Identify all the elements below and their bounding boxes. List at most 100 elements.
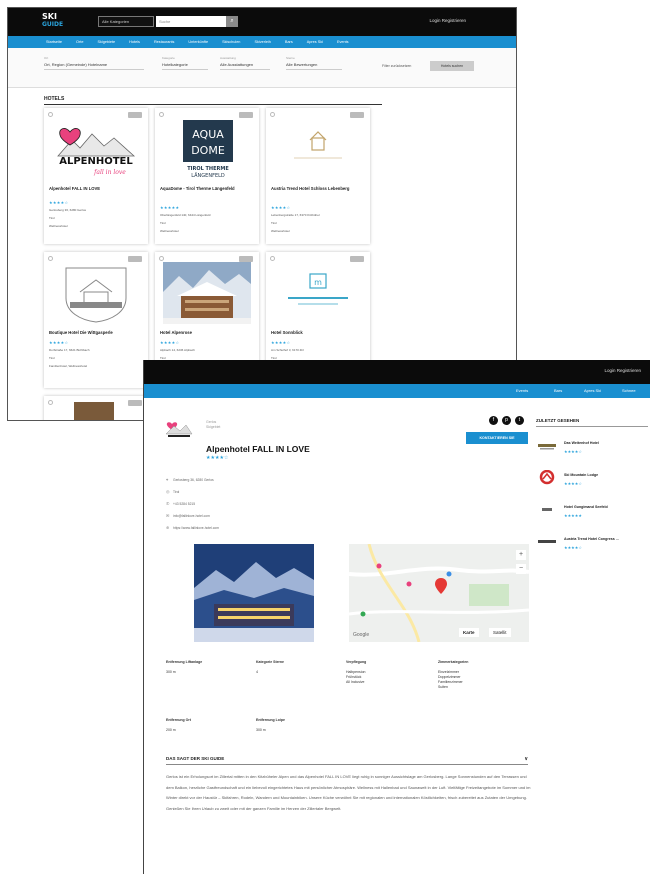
ski-guide-logo[interactable]: SKI GUIDE: [42, 13, 63, 29]
favorite-icon[interactable]: [48, 400, 53, 405]
recent-hotel-name: Ski Mountain Lodge: [564, 473, 599, 477]
favorite-icon[interactable]: [159, 256, 164, 261]
pinterest-icon[interactable]: p: [502, 416, 511, 425]
hotel-photo: [74, 402, 114, 420]
nav-item[interactable]: Restaurants: [154, 40, 174, 44]
svg-text:fall in love: fall in love: [93, 169, 126, 176]
top-bar: SKI GUIDE Alle Kategorien Suche ⌕ Login …: [8, 8, 516, 36]
svg-text:TIROL THERME: TIROL THERME: [187, 166, 229, 172]
hotel-name[interactable]: Boutique Hotel Die Wittgasperle: [49, 330, 144, 335]
section-title: DAS SAGT DER SKI GUIDE: [166, 756, 225, 761]
map-tab-satellit[interactable]: Satellit: [489, 628, 511, 637]
hotel-card[interactable]: AQUA DOME TIROL THERME LÄNGENFELD AquaDo…: [155, 108, 259, 244]
hotel-stars: ★★★★☆: [49, 340, 69, 345]
filter-label: Kategorie: [162, 56, 175, 60]
hotel-name[interactable]: Hotel Alpenrose: [160, 330, 255, 335]
favorite-icon[interactable]: [270, 256, 275, 261]
contact-button[interactable]: KONTAKTIEREN SIE: [466, 432, 528, 444]
detail-heading: Entfernung Loipe: [256, 718, 285, 722]
svg-text:DOME: DOME: [191, 144, 225, 157]
hotel-thumb: [536, 438, 558, 454]
recent-hotel-item[interactable]: Austria Trend Hotel Congress ... ★★★★☆: [536, 534, 648, 560]
detail-heading: Entfernung Liftanlage: [166, 660, 203, 664]
favorite-icon[interactable]: [159, 112, 164, 117]
filter-value: Alle Bewertungen: [286, 62, 342, 70]
nav-item[interactable]: Unterkünfte: [188, 40, 208, 44]
info-region: ◎ Tirol: [166, 489, 179, 494]
hotel-stars: ★★★★☆: [271, 340, 291, 345]
info-text: +43 5284 5215: [173, 502, 196, 506]
location-map[interactable]: + − Karte Satellit Google: [349, 544, 529, 642]
nav-item[interactable]: Orte: [76, 40, 83, 44]
filter-location[interactable]: Ort Ort, Region (Gemeinde) Hotelname: [44, 56, 144, 70]
detail-trail-distance: Entfernung Loipe 300 m: [256, 718, 285, 733]
filter-stars[interactable]: Sterne Alle Bewertungen: [286, 56, 342, 70]
recent-hotel-item[interactable]: Das Weitenhof Hotel ★★★★☆: [536, 438, 648, 464]
reset-filters-link[interactable]: Filter zurücksetzen: [382, 64, 411, 68]
guide-section-header[interactable]: DAS SAGT DER SKI GUIDE ∨: [166, 756, 528, 765]
nav-item[interactable]: Skischulen: [222, 40, 240, 44]
recent-hotel-item[interactable]: Ski Mountain Lodge ★★★★☆: [536, 469, 648, 496]
hotel-name[interactable]: AquaDome - Tirol Therme Längenfeld: [160, 186, 255, 191]
search-button[interactable]: ⌕: [226, 16, 238, 27]
login-link[interactable]: Login Registrieren: [604, 368, 641, 373]
map-tab-karte[interactable]: Karte: [459, 628, 479, 637]
detail-heading: Entfernung Ort: [166, 718, 191, 722]
twitter-icon[interactable]: t: [515, 416, 524, 425]
nav-item[interactable]: Startseite: [46, 40, 62, 44]
hotel-name[interactable]: Austria Trend Hotel Schloss Lebenberg: [271, 186, 366, 191]
filter-label: Ausstattung: [220, 56, 236, 60]
nav-item[interactable]: Apres Ski: [307, 40, 323, 44]
info-text: Tirol: [173, 490, 180, 494]
nav-item[interactable]: Hotels: [129, 40, 140, 44]
info-phone[interactable]: ✆ +43 5284 5215: [166, 501, 195, 506]
nav-item[interactable]: Skiverleih: [254, 40, 270, 44]
login-link[interactable]: Login Registrieren: [429, 18, 466, 23]
nav-item[interactable]: Apres Ski: [584, 388, 601, 393]
filter-value: Ort, Region (Gemeinde) Hotelname: [44, 62, 144, 70]
hotel-type: Familienhotel, Wellnesshotel: [49, 364, 88, 368]
hotel-photo[interactable]: [194, 544, 314, 642]
hotel-card[interactable]: ALPENHOTEL fall in love Alpenhotel FALL …: [44, 108, 148, 244]
favorite-icon[interactable]: [48, 256, 53, 261]
filter-equipment[interactable]: Ausstattung Alle Ausstattungen: [220, 56, 270, 70]
category-select[interactable]: Alle Kategorien: [98, 16, 154, 27]
hotel-title: Alpenhotel FALL IN LOVE: [206, 444, 310, 454]
phone-icon: ✆: [166, 501, 170, 506]
hotel-logo: [164, 418, 194, 440]
main-nav: Startseite Orte Skigebiete Hotels Restau…: [8, 36, 516, 48]
nav-item[interactable]: Bars: [554, 388, 562, 393]
nav-item[interactable]: Events: [337, 40, 349, 44]
region-icon: ◎: [166, 489, 170, 494]
detail-heading: Kategorie Sterne: [256, 660, 285, 664]
filter-bar: Ort Ort, Region (Gemeinde) Hotelname Kat…: [8, 48, 516, 88]
hotel-card[interactable]: Boutique Hotel Die Wittgasperle ★★★★☆ Do…: [44, 252, 148, 388]
hotel-card[interactable]: Austria Trend Hotel Schloss Lebenberg ★★…: [266, 108, 370, 244]
top-bar: Login Registrieren: [144, 360, 650, 384]
detail-heading: Zimmerkategorien: [438, 660, 469, 664]
hotel-card[interactable]: [44, 396, 148, 420]
hotel-name[interactable]: Hotel Sonnblick: [271, 330, 366, 335]
favorite-icon[interactable]: [48, 112, 53, 117]
detail-board: Verpflegung Halbpension Frühstück All In…: [346, 660, 366, 685]
detail-value: 4: [256, 670, 258, 674]
chevron-down-icon[interactable]: ∨: [524, 756, 528, 762]
nav-item[interactable]: Events: [516, 388, 528, 393]
favorite-icon[interactable]: [270, 112, 275, 117]
recent-hotel-item[interactable]: Hotel Gungimand Seefeld ★★★★★: [536, 502, 648, 528]
hotel-name[interactable]: Alpenhotel FALL IN LOVE: [49, 186, 144, 191]
zoom-out-button[interactable]: −: [516, 564, 526, 574]
nav-item[interactable]: Bars: [285, 40, 293, 44]
hotel-region: Tirol: [49, 356, 55, 360]
facebook-icon[interactable]: f: [489, 416, 498, 425]
filter-category[interactable]: Kategorie Hotelkategorie: [162, 56, 208, 70]
hotel-sonnblick-logo: m: [274, 262, 362, 324]
zoom-in-button[interactable]: +: [516, 550, 526, 560]
hotel-search-button[interactable]: Hotels suchen: [430, 61, 474, 71]
hotel-list-window: SKI GUIDE Alle Kategorien Suche ⌕ Login …: [8, 8, 516, 420]
info-email[interactable]: ✉ info@fallinlove-hotel.com: [166, 513, 210, 518]
hotel-address: Alpbach 14, 6236 Alpbach: [160, 348, 195, 352]
nav-item[interactable]: Schnee: [622, 388, 636, 393]
info-website[interactable]: ⊕ https://www.fallinlove-hotel.com: [166, 525, 219, 530]
nav-item[interactable]: Skigebiete: [97, 40, 115, 44]
